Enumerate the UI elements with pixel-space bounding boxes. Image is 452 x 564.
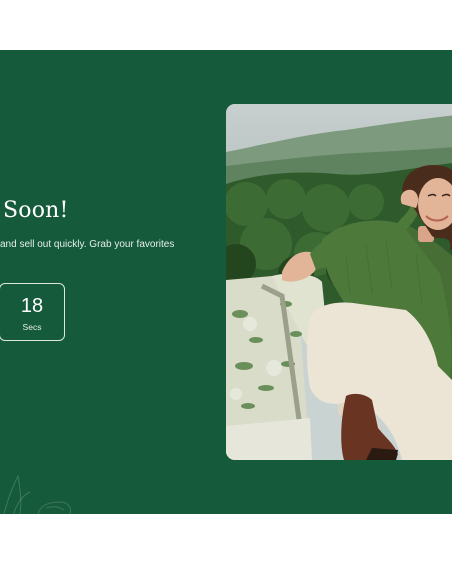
promo-banner: Soon! and sell out quickly. Grab your fa… — [0, 50, 452, 514]
hero-photo — [226, 104, 452, 460]
countdown-seconds-unit: Secs — [22, 322, 42, 332]
hero-photo-illustration — [226, 104, 452, 460]
countdown-seconds-value: 18 — [20, 295, 44, 317]
countdown-seconds: 18 Secs — [0, 283, 65, 341]
promo-subtext: and sell out quickly. Grab your favorite… — [0, 239, 175, 250]
decorative-leaf-outline — [3, 474, 71, 514]
promo-headline: Soon! — [3, 198, 69, 223]
